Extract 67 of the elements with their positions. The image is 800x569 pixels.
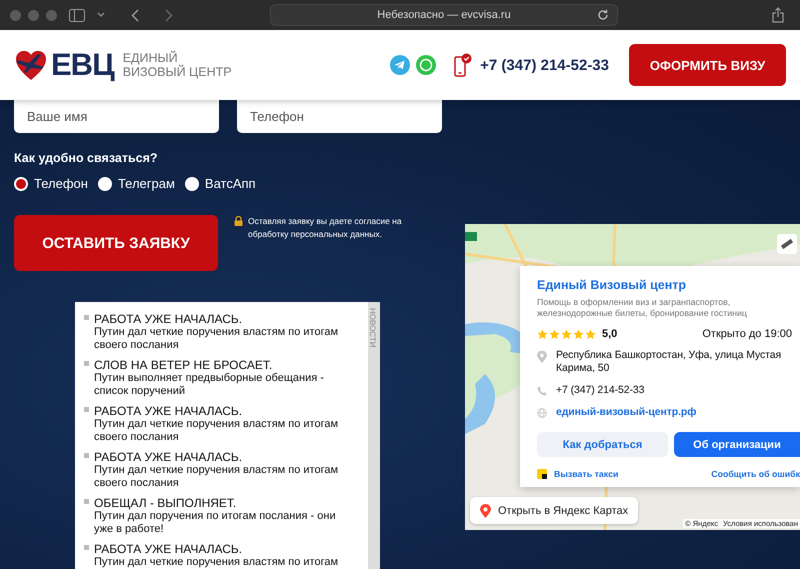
- star-icon: [561, 328, 572, 340]
- report-error-link[interactable]: Сообщить об ошибк: [711, 469, 800, 479]
- map-pin-icon: [480, 504, 491, 518]
- radio-circle[interactable]: [98, 176, 112, 190]
- news-headline[interactable]: РАБОТА УЖЕ НАЧАЛАСЬ.: [94, 542, 354, 556]
- submit-request-button[interactable]: ОСТАВИТЬ ЗАЯВКУ: [14, 215, 218, 271]
- radio-option[interactable]: ВатсАпп: [184, 176, 256, 191]
- news-headline[interactable]: РАБОТА УЖЕ НАЧАЛАСЬ.: [94, 450, 354, 464]
- consent-note: Оставляя заявку вы даете согласие на обработку персональных данных.: [248, 215, 403, 241]
- logo-mark: ЕВЦ: [51, 47, 114, 83]
- logo-text: ЕДИНЫЙ: [122, 51, 178, 65]
- share-icon[interactable]: [772, 7, 784, 23]
- directions-button[interactable]: Как добраться: [537, 432, 668, 457]
- bullet-icon: [84, 499, 89, 504]
- bullet-icon: [84, 361, 89, 366]
- bullet-icon: [84, 545, 89, 550]
- news-summary[interactable]: Путин дал четкие поручения властям по итогам своего послания: [94, 326, 354, 352]
- rating-value: 5,0: [602, 328, 618, 340]
- location-pin-icon: [537, 351, 547, 363]
- logo-text: ВИЗОВЫЙ ЦЕНТР: [122, 65, 232, 79]
- organization-description: Помощь в оформлении виз и загранпаспортов, железнодорожные билеты, бронирование гостиниц: [537, 297, 748, 319]
- news-summary[interactable]: Путин дал поручения по итогам послания - они уже в работе!: [94, 510, 354, 536]
- news-summary[interactable]: Путин дал четкие поручения властям по итогам: [94, 556, 354, 569]
- organization-address: Республика Башкортостан, Уфа, улица Мустая Карима, 50: [556, 349, 782, 375]
- opening-hours: Открыто до 19:00: [702, 328, 792, 340]
- star-icon: [585, 328, 596, 340]
- smartphone-check-icon: [454, 53, 472, 77]
- organization-name[interactable]: Единый Визовый центр: [537, 278, 686, 292]
- taxi-icon: [537, 469, 547, 479]
- phone-icon: [537, 386, 547, 396]
- globe-icon: [537, 408, 547, 418]
- news-summary[interactable]: Путин дал четкие поручения властям по итогам своего послания: [94, 418, 354, 444]
- radio-circle[interactable]: [14, 176, 28, 190]
- star-icon: [537, 328, 548, 340]
- radio-option[interactable]: Телефон: [14, 176, 88, 191]
- news-summary[interactable]: Путин выполняет предвыборные обещания - список поручений: [94, 372, 354, 398]
- back-icon[interactable]: [131, 8, 139, 22]
- heart-plane-logo-icon: [14, 48, 48, 82]
- news-headline[interactable]: СЛОВ НА ВЕТЕР НЕ БРОСАЕТ.: [94, 358, 354, 372]
- radio-option[interactable]: Телеграм: [98, 176, 175, 191]
- apply-visa-button[interactable]: ОФОРМИТЬ ВИЗУ: [629, 44, 786, 86]
- radio-circle[interactable]: [184, 176, 199, 190]
- organization-phone: +7 (347) 214-52-33: [556, 384, 644, 397]
- input-field[interactable]: Телефон: [237, 100, 442, 133]
- star-icon: [573, 328, 584, 340]
- news-summary[interactable]: Путин дал четкие поручения властям по итогам своего послания: [94, 464, 354, 490]
- news-headline[interactable]: РАБОТА УЖЕ НАЧАЛАСЬ.: [94, 404, 354, 418]
- forward-icon[interactable]: [165, 8, 173, 22]
- bullet-icon: [84, 407, 89, 412]
- lock-icon: [234, 216, 243, 226]
- contact-method-label: Как удобно связаться?: [14, 151, 158, 165]
- reload-icon[interactable]: [597, 9, 609, 21]
- open-in-maps-button[interactable]: Открыть в Яндекс Картах: [470, 497, 638, 524]
- news-headline[interactable]: РАБОТА УЖЕ НАЧАЛАСЬ.: [94, 312, 354, 326]
- phone-link[interactable]: +7 (347) 214-52-33: [480, 56, 609, 74]
- organization-button[interactable]: Об организации: [674, 432, 800, 457]
- call-taxi-link[interactable]: Вызвать такси: [554, 469, 618, 479]
- chevron-down-icon[interactable]: [97, 12, 105, 18]
- address-bar[interactable]: Небезопасно — evcvisa.ru: [270, 4, 618, 26]
- star-icon: [549, 328, 560, 340]
- news-headline[interactable]: ОБЕЩАЛ - ВЫПОЛНЯЕТ.: [94, 496, 354, 510]
- ruler-icon[interactable]: [777, 234, 797, 254]
- input-field[interactable]: Ваше имя: [14, 100, 219, 133]
- bullet-icon: [84, 453, 89, 458]
- sidebar-icon[interactable]: [69, 8, 85, 22]
- bullet-icon: [84, 315, 89, 320]
- website-link[interactable]: единый-визовый-центр.рф: [556, 406, 696, 419]
